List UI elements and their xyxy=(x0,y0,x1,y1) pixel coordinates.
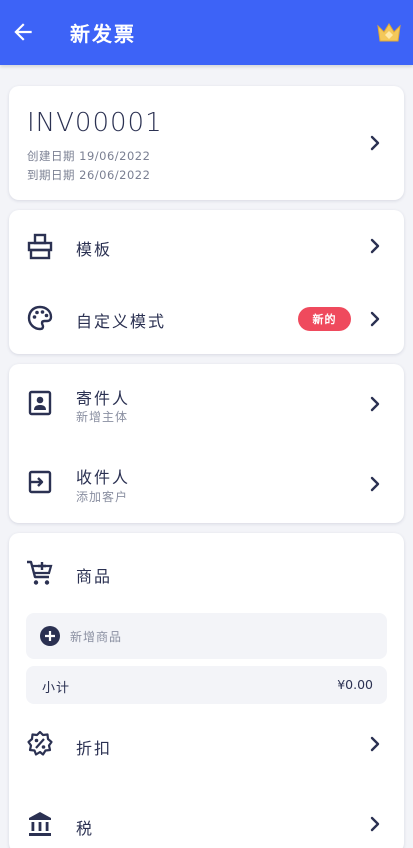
chevron-right-icon xyxy=(370,311,380,327)
discount-label: 折扣 xyxy=(76,739,113,758)
cart-add-icon xyxy=(27,560,53,585)
arrow-left-icon[interactable] xyxy=(10,19,36,45)
login-box-icon xyxy=(28,470,52,494)
sender-label: 寄件人 xyxy=(76,389,131,408)
sender-row[interactable]: 寄件人 新增主体 xyxy=(9,364,404,444)
subtotal-row: 小计 ¥0.00 xyxy=(26,666,387,704)
contact-card-icon xyxy=(28,390,52,416)
receiver-sub: 添加客户 xyxy=(76,490,129,504)
add-item-label: 新增商品 xyxy=(70,630,123,644)
custom-mode-label: 自定义模式 xyxy=(76,312,167,331)
tax-label: 税 xyxy=(76,819,95,838)
template-label: 模板 xyxy=(76,240,113,259)
design-card: 模板 自定义模式 新的 xyxy=(9,210,404,354)
discount-row[interactable]: 折扣 xyxy=(9,713,404,775)
chevron-right-icon xyxy=(370,135,380,151)
discount-badge-icon xyxy=(27,730,53,756)
parties-card: 寄件人 新增主体 收件人 添加客户 xyxy=(9,364,404,523)
items-title: 商品 xyxy=(76,567,113,586)
new-badge: 新的 xyxy=(298,307,351,331)
chevron-right-icon xyxy=(370,816,380,832)
subtotal-value: ¥0.00 xyxy=(337,677,373,692)
template-icon xyxy=(27,233,53,260)
receiver-row[interactable]: 收件人 添加客户 xyxy=(9,444,404,523)
created-date: 创建日期 19/06/2022 xyxy=(27,149,151,163)
subtotal-label: 小计 xyxy=(42,681,71,696)
chevron-right-icon xyxy=(370,238,380,254)
plus-circle-icon xyxy=(40,626,60,646)
invoice-info-card[interactable]: INV00001 创建日期 19/06/2022 到期日期 26/06/2022 xyxy=(9,86,404,200)
sender-sub: 新增主体 xyxy=(76,410,129,424)
custom-mode-row[interactable]: 自定义模式 新的 xyxy=(9,282,404,354)
items-card: 商品 新增商品 小计 ¥0.00 折扣 税 xyxy=(9,533,404,848)
due-date: 到期日期 26/06/2022 xyxy=(27,168,151,182)
bank-icon xyxy=(29,812,51,836)
invoice-number: INV00001 xyxy=(27,108,163,138)
page-title: 新发票 xyxy=(70,22,136,46)
chevron-right-icon xyxy=(370,736,380,752)
chevron-right-icon xyxy=(370,476,380,492)
app-bar: 新发票 xyxy=(0,0,413,65)
add-item-button[interactable]: 新增商品 xyxy=(26,613,387,659)
crown-icon[interactable] xyxy=(376,20,402,46)
chevron-right-icon xyxy=(370,396,380,412)
template-row[interactable]: 模板 xyxy=(9,210,404,282)
palette-icon xyxy=(27,305,53,331)
tax-row[interactable]: 税 xyxy=(9,795,404,848)
receiver-label: 收件人 xyxy=(76,468,131,487)
